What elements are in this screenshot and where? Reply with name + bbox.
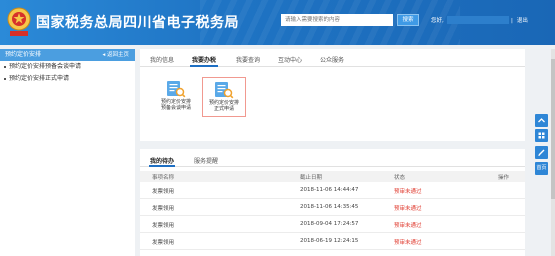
edit-button[interactable]: [535, 146, 548, 159]
chevron-up-icon: [538, 118, 545, 123]
table-row[interactable]: 发票领用 2018-11-06 14:35:45 预审未通过: [140, 199, 525, 216]
document-search-icon: [167, 81, 186, 98]
row-status: 预审未通过: [394, 206, 422, 212]
site-title: 国家税务总局四川省电子税务局: [36, 15, 239, 31]
col-header-action: 操作: [498, 175, 510, 181]
section-divider: [140, 141, 525, 149]
row-status: 预审未通过: [394, 240, 422, 246]
tab-interaction[interactable]: 互动中心: [278, 55, 302, 64]
sidebar-title: 预约定价安排: [5, 51, 42, 58]
tab-public-service[interactable]: 公众服务: [320, 55, 344, 64]
tax-emblem-icon: [7, 7, 31, 36]
username-redacted: [447, 16, 509, 24]
grid-menu-button[interactable]: [535, 129, 548, 142]
table-row[interactable]: 发票领用 2018-09-04 17:24:57 预审未通过: [140, 216, 525, 233]
back-home-link[interactable]: ◂ 返回主页: [102, 49, 129, 61]
row-name: 发票领用: [152, 223, 175, 229]
tab-query[interactable]: 我要查询: [236, 55, 260, 64]
sidebar-header: 预约定价安排 ◂ 返回主页: [0, 49, 135, 61]
edit-icon: [538, 149, 545, 156]
grid-icon: [538, 132, 545, 139]
logout-separator: |: [511, 18, 513, 24]
app-formal-application[interactable]: 预约定价安排 正式申请: [202, 77, 246, 117]
bullet-icon: [4, 65, 6, 68]
logout-area: | 退出: [511, 16, 528, 24]
main-tabs: 我的信息 我要办税 我要查询 互动中心 公众服务: [140, 49, 525, 67]
col-header-deadline: 截止日期: [300, 175, 323, 181]
todo-table: 事项名称 截止日期 状态 操作 发票领用 2018-11-06 14:44:47…: [140, 171, 525, 250]
row-status: 预审未通过: [394, 223, 422, 229]
home-button[interactable]: 首页: [535, 162, 548, 175]
table-row[interactable]: 发票领用 2018-06-19 12:24:15 预审未通过: [140, 233, 525, 250]
sidebar: 预约定价安排 ◂ 返回主页 预约定价安排预备会谈申请 预约定价安排正式申请: [0, 49, 135, 256]
tab-tax-handling[interactable]: 我要办税: [189, 55, 219, 67]
top-header: 国家税务总局四川省电子税务局 搜索 您好, | 退出: [0, 0, 555, 45]
row-name: 发票领用: [152, 240, 175, 246]
search-input[interactable]: [281, 14, 393, 26]
row-date: 2018-06-19 12:24:15: [300, 238, 359, 244]
row-date: 2018-09-04 17:24:57: [300, 221, 359, 227]
app-pre-meeting-application[interactable]: 预约定价安排 预备会谈申请: [154, 77, 198, 117]
scrollbar-thumb[interactable]: [551, 59, 555, 199]
row-date: 2018-11-06 14:44:47: [300, 187, 359, 193]
row-name: 发票领用: [152, 206, 175, 212]
row-name: 发票领用: [152, 189, 175, 195]
scroll-top-button[interactable]: [535, 114, 548, 127]
sidebar-item-label: 预约定价安排预备会谈申请: [9, 63, 82, 70]
table-header: 事项名称 截止日期 状态 操作: [140, 171, 525, 182]
back-home-label: 返回主页: [106, 52, 129, 58]
table-row[interactable]: 发票领用 2018-11-06 14:44:47 预审未通过: [140, 182, 525, 199]
task-tabs: 我的待办 服务提醒: [140, 153, 525, 167]
logout-link[interactable]: 退出: [517, 18, 528, 24]
row-date: 2018-11-06 14:35:45: [300, 204, 359, 210]
col-header-status: 状态: [394, 175, 406, 181]
app-label-line2: 预备会谈申请: [160, 105, 191, 111]
sidebar-item-pre-meeting[interactable]: 预约定价安排预备会谈申请: [0, 61, 135, 73]
row-status: 预审未通过: [394, 189, 422, 195]
tab-my-todo[interactable]: 我的待办: [148, 156, 176, 167]
app-label-line2: 正式申请: [213, 106, 234, 112]
sidebar-item-formal-application[interactable]: 预约定价安排正式申请: [0, 73, 135, 85]
app-grid: 预约定价安排 预备会谈申请 预约定价安排 正式申请: [140, 71, 525, 131]
sidebar-item-label: 预约定价安排正式申请: [9, 75, 70, 82]
bullet-icon: [4, 77, 6, 80]
tab-service-reminder[interactable]: 服务提醒: [194, 156, 218, 165]
main-panel: 我的信息 我要办税 我要查询 互动中心 公众服务 预约定价安排 预备会谈申请 预…: [140, 49, 525, 256]
tab-my-info[interactable]: 我的信息: [150, 55, 174, 64]
document-search-icon: [215, 82, 234, 99]
col-header-name: 事项名称: [152, 175, 175, 181]
page-scrollbar[interactable]: [551, 49, 555, 256]
welcome-text: 您好,: [431, 18, 444, 24]
search-button[interactable]: 搜索: [397, 14, 419, 26]
